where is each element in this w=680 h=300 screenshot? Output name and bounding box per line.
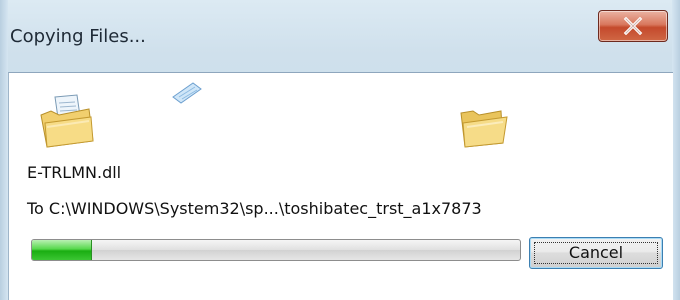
- close-button[interactable]: [598, 10, 668, 42]
- dialog-content: E-TRLMN.dll To C:\WINDOWS\System32\sp...…: [8, 72, 673, 300]
- folder-with-document-icon: [40, 94, 94, 148]
- cancel-button[interactable]: Cancel: [529, 237, 663, 269]
- copy-destination-path: To C:\WINDOWS\System32\sp...\toshibatec_…: [27, 199, 482, 218]
- window-title: Copying Files...: [10, 26, 146, 47]
- copy-filename: E-TRLMN.dll: [27, 163, 122, 182]
- copy-progress-bar: [31, 239, 521, 261]
- document-icon: [172, 82, 202, 104]
- open-folder-icon: [460, 110, 508, 148]
- copy-dialog-window: Copying Files... E-TRLMN.dll To C:\WINDO…: [0, 0, 680, 300]
- cancel-button-label: Cancel: [568, 243, 624, 262]
- close-icon: [623, 17, 643, 35]
- progress-fill: [32, 240, 92, 260]
- title-bar[interactable]: Copying Files...: [0, 0, 680, 72]
